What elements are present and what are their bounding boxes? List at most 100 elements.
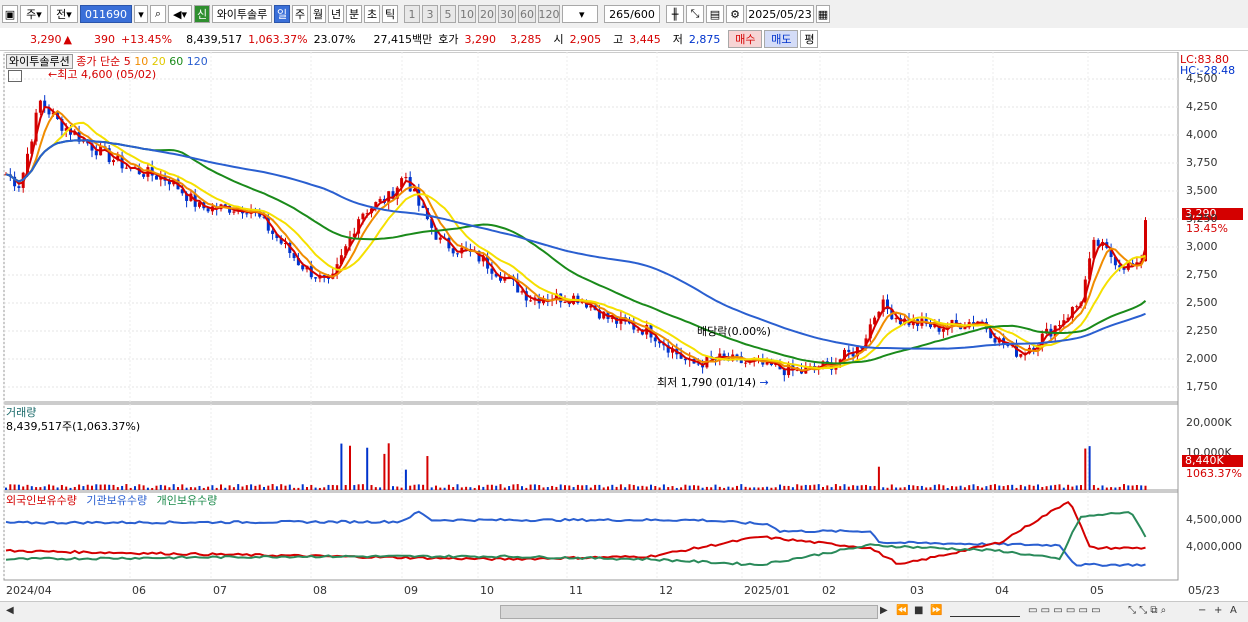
volume-bar bbox=[589, 487, 592, 490]
volume-bar bbox=[422, 484, 425, 490]
volume-panel bbox=[3, 403, 1179, 491]
layout-icons[interactable]: ▭ ▭ ▭ ▭ ▭ ▭ bbox=[1028, 605, 1101, 616]
interval-10[interactable]: 10 bbox=[458, 5, 476, 23]
gear-icon[interactable]: ⚙ bbox=[726, 5, 744, 23]
speaker-icon[interactable]: ◀▾ bbox=[168, 5, 192, 23]
search-icon[interactable]: ⌕ bbox=[150, 5, 166, 23]
interval-1[interactable]: 1 bbox=[404, 5, 420, 23]
volume-bar bbox=[972, 484, 975, 490]
buy-button[interactable]: 매수 bbox=[728, 30, 763, 48]
interval-30[interactable]: 30 bbox=[498, 5, 516, 23]
volume-bar bbox=[95, 484, 98, 490]
up-arrow-icon: ▲ bbox=[63, 32, 72, 46]
layout-icon[interactable]: ▣ bbox=[2, 5, 18, 23]
tab-tick[interactable]: 틱 bbox=[382, 5, 398, 23]
volume-bar bbox=[865, 484, 867, 490]
volume-bar bbox=[830, 487, 833, 490]
new-badge: 신 bbox=[194, 5, 210, 23]
stop-icon[interactable]: ■ bbox=[914, 605, 923, 616]
zoom-slider[interactable] bbox=[950, 605, 1020, 617]
tab-month[interactable]: 월 bbox=[310, 5, 326, 23]
volume-bar bbox=[22, 486, 25, 490]
volume-bar bbox=[417, 484, 420, 490]
calendar-icon[interactable]: ▦ bbox=[816, 5, 830, 23]
volume-bar bbox=[662, 484, 665, 490]
quote-bar: 3,290 ▲ 390 +13.45% 8,439,517 1,063.37% … bbox=[0, 28, 1248, 51]
volume-bar bbox=[108, 484, 111, 490]
volume-bar bbox=[684, 484, 687, 490]
volume-bar bbox=[439, 487, 442, 490]
zoom-out-icon[interactable]: − bbox=[1198, 605, 1206, 616]
ask-price: 3,285 bbox=[510, 32, 542, 46]
volume-bar bbox=[697, 485, 700, 490]
interval-120[interactable]: 120 bbox=[538, 5, 560, 23]
forward-icon[interactable]: ⏩ bbox=[930, 605, 942, 616]
interval-5[interactable]: 5 bbox=[440, 5, 456, 23]
volume-bar bbox=[559, 484, 562, 490]
chart-canvas[interactable] bbox=[0, 52, 1248, 601]
candle-body bbox=[1075, 306, 1079, 308]
rewind-icon[interactable]: ⏪ bbox=[896, 605, 908, 616]
volume-bar bbox=[151, 487, 154, 490]
tool-icons[interactable]: ⤡ ⤡ ⧉ ⌕ bbox=[1128, 605, 1166, 616]
legend-individual: 개인보유수량 bbox=[156, 494, 218, 507]
scrollbar[interactable]: ◀ ▶ ⏪ ■ ⏩ ▭ ▭ ▭ ▭ ▭ ▭ ⤡ ⤡ ⧉ ⌕ − + A bbox=[0, 601, 1248, 622]
volume-bar bbox=[538, 484, 541, 490]
volume-bar bbox=[899, 487, 902, 490]
table-icon[interactable] bbox=[8, 70, 22, 82]
sell-button[interactable]: 매도 bbox=[764, 30, 799, 48]
draw-icon[interactable]: ⤡ bbox=[686, 5, 704, 23]
volume-bar bbox=[177, 487, 179, 490]
candle-body bbox=[232, 211, 236, 213]
scroll-thumb[interactable] bbox=[500, 605, 878, 619]
volume-bar bbox=[843, 484, 846, 490]
volume-bar bbox=[1058, 484, 1061, 490]
candle-icon[interactable]: ╫ bbox=[666, 5, 684, 23]
interval-3[interactable]: 3 bbox=[422, 5, 438, 23]
interval-20[interactable]: 20 bbox=[478, 5, 496, 23]
volume-bar bbox=[473, 487, 476, 490]
font-icon[interactable]: A bbox=[1230, 605, 1237, 616]
volume-bar bbox=[211, 485, 214, 490]
price-tick: 3,250 bbox=[1186, 212, 1218, 225]
volume-bar bbox=[1067, 484, 1070, 490]
volume-bar bbox=[542, 487, 545, 490]
volume-bar bbox=[920, 485, 923, 490]
volume-bar bbox=[529, 484, 532, 490]
volume-bar bbox=[761, 487, 764, 490]
scroll-left-icon[interactable]: ◀ bbox=[6, 605, 14, 616]
volume-bar bbox=[1080, 485, 1082, 490]
tab-week[interactable]: 주 bbox=[292, 5, 308, 23]
prev-button[interactable]: 전 ▾ bbox=[50, 5, 78, 23]
count-input[interactable]: 265/600 bbox=[604, 5, 660, 23]
volume-bar bbox=[413, 484, 416, 490]
code-dropdown-icon[interactable]: ▾ bbox=[134, 5, 148, 23]
holding-tick-4000000: 4,000,000 bbox=[1186, 540, 1242, 553]
tab-year[interactable]: 년 bbox=[328, 5, 344, 23]
scroll-right-icon[interactable]: ▶ bbox=[880, 605, 888, 616]
high-label: 고 bbox=[613, 33, 624, 46]
avg-button[interactable]: 평 bbox=[800, 30, 819, 48]
interval-custom-input[interactable]: ▾ bbox=[562, 5, 598, 23]
stock-code-input[interactable]: 011690 bbox=[80, 5, 132, 23]
interval-60[interactable]: 60 bbox=[518, 5, 536, 23]
type-select[interactable]: 주 ▾ bbox=[20, 5, 48, 23]
date-input[interactable]: 2025/05/23 bbox=[746, 5, 814, 23]
volume-bar bbox=[946, 487, 949, 490]
candle-body bbox=[563, 301, 567, 303]
save-icon[interactable]: ▤ bbox=[706, 5, 724, 23]
volume-bar bbox=[976, 486, 979, 490]
price-tick: 3,500 bbox=[1186, 184, 1218, 197]
volume-bar bbox=[516, 484, 519, 490]
high-price: 3,445 bbox=[629, 32, 661, 46]
volume-bar bbox=[194, 487, 197, 490]
volume-bar bbox=[740, 484, 743, 490]
zoom-in-icon[interactable]: + bbox=[1214, 605, 1222, 616]
tab-minute[interactable]: 분 bbox=[346, 5, 362, 23]
tab-day[interactable]: 일 bbox=[274, 5, 290, 23]
tab-second[interactable]: 초 bbox=[364, 5, 380, 23]
volume-bar bbox=[357, 484, 360, 490]
volume-bar bbox=[525, 487, 528, 490]
volume-bar bbox=[228, 485, 231, 490]
volume-bar bbox=[159, 484, 162, 490]
